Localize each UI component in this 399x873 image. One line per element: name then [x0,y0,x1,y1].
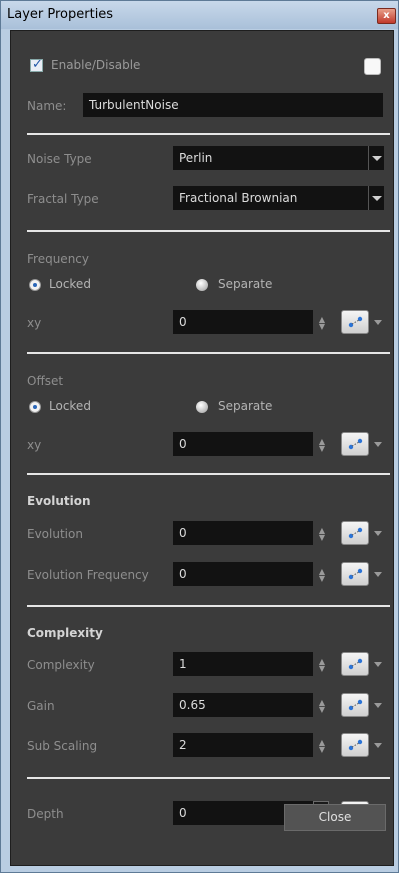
evolution-field[interactable]: 0 [173,521,313,545]
separator [27,777,390,779]
evolution-label: Evolution [27,527,83,541]
complexity-header: Complexity [27,626,103,640]
properties-panel: Enable/Disable Name: TurbulentNoise Nois… [10,30,394,866]
function-menu-arrow-icon[interactable] [374,743,382,748]
offset-header: Offset [27,374,64,388]
function-menu-arrow-icon[interactable] [374,320,382,325]
fractal-type-label: Fractal Type [27,192,99,206]
function-curve-button[interactable] [341,733,369,757]
spin-arrows-icon[interactable]: ▲ ▼ [317,658,327,673]
evolution-frequency-label: Evolution Frequency [27,568,149,582]
function-curve-icon [348,658,363,670]
spin-arrows-icon[interactable]: ▲ ▼ [317,438,327,453]
spin-arrows-icon[interactable]: ▲ ▼ [317,527,327,542]
chevron-down-icon[interactable] [368,146,384,170]
offset-separate-label: Separate [218,399,273,413]
window-title: Layer Properties [7,7,114,22]
noise-type-select[interactable]: Perlin [173,146,368,170]
layer-color-swatch[interactable] [364,58,381,75]
complexity-label: Complexity [27,658,95,672]
separator [27,230,390,232]
name-label: Name: [27,99,67,113]
function-curve-icon [348,699,363,711]
separator [27,352,390,354]
title-bar[interactable]: Layer Properties x [1,1,398,29]
noise-type-label: Noise Type [27,152,92,166]
function-curve-icon [348,527,363,539]
function-curve-button[interactable] [341,310,369,334]
function-curve-button[interactable] [341,521,369,545]
close-button[interactable]: Close [284,804,386,831]
function-menu-arrow-icon[interactable] [374,572,382,577]
complexity-field[interactable]: 1 [173,652,313,676]
offset-locked-label: Locked [49,399,91,413]
layer-properties-window: Layer Properties x Enable/Disable Name: … [0,0,399,873]
offset-separate-radio[interactable] [196,401,208,413]
separator [27,133,390,135]
frequency-separate-radio[interactable] [196,279,208,291]
function-menu-arrow-icon[interactable] [374,531,382,536]
spin-arrows-icon[interactable]: ▲ ▼ [317,699,327,714]
gain-field[interactable]: 0.65 [173,693,313,717]
function-curve-icon [348,438,363,450]
separator [27,605,390,607]
evolution-header: Evolution [27,494,91,508]
offset-locked-radio[interactable] [29,401,41,413]
function-curve-button[interactable] [341,652,369,676]
function-curve-button[interactable] [341,432,369,456]
sub-scaling-field[interactable]: 2 [173,733,313,757]
spin-arrows-icon[interactable]: ▲ ▼ [317,568,327,583]
enable-label: Enable/Disable [51,58,141,72]
name-field[interactable]: TurbulentNoise [83,93,383,117]
evolution-frequency-field[interactable]: 0 [173,562,313,586]
frequency-header: Frequency [27,252,89,266]
window-close-button[interactable]: x [377,8,396,24]
frequency-separate-label: Separate [218,277,273,291]
chevron-down-icon[interactable] [368,186,384,210]
function-curve-button[interactable] [341,562,369,586]
function-curve-icon [348,568,363,580]
function-menu-arrow-icon[interactable] [374,703,382,708]
function-curve-icon [348,316,363,328]
offset-xy-field[interactable]: 0 [173,432,313,456]
separator [27,473,390,475]
function-curve-icon [348,739,363,751]
enable-checkbox[interactable] [30,57,43,72]
frequency-xy-label: xy [27,316,42,330]
offset-xy-label: xy [27,438,42,452]
depth-label: Depth [27,807,64,821]
frequency-locked-label: Locked [49,277,91,291]
function-menu-arrow-icon[interactable] [374,442,382,447]
sub-scaling-label: Sub Scaling [27,739,98,753]
function-curve-button[interactable] [341,693,369,717]
spin-arrows-icon[interactable]: ▲ ▼ [317,316,327,331]
frequency-locked-radio[interactable] [29,279,41,291]
fractal-type-select[interactable]: Fractional Brownian [173,186,368,210]
spin-arrows-icon[interactable]: ▲ ▼ [317,739,327,754]
function-menu-arrow-icon[interactable] [374,662,382,667]
gain-label: Gain [27,699,55,713]
frequency-xy-field[interactable]: 0 [173,310,313,334]
